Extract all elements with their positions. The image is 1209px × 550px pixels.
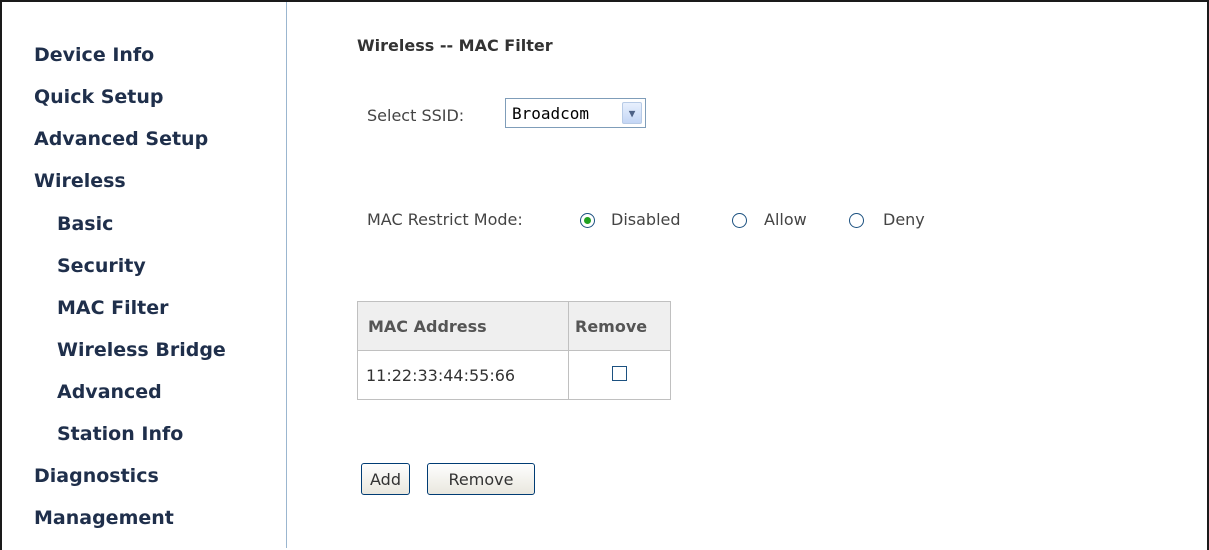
radio-deny[interactable]: [849, 213, 864, 228]
radio-allow[interactable]: [732, 213, 747, 228]
ssid-select-value: Broadcom: [512, 103, 590, 123]
chevron-down-icon[interactable]: ▼: [622, 102, 642, 124]
sidebar-item-management[interactable]: Management: [34, 507, 174, 529]
table-row: 11:22:33:44:55:66: [357, 350, 671, 400]
mac-table-wrapper: MAC Address Remove 11:22:33:44:55:66: [357, 301, 671, 400]
sidebar-item-diagnostics[interactable]: Diagnostics: [34, 465, 159, 487]
radio-deny-label: Deny: [883, 210, 925, 229]
mac-table: MAC Address Remove 11:22:33:44:55:66: [357, 301, 671, 400]
restrict-mode-label: MAC Restrict Mode:: [367, 210, 523, 229]
radio-disabled-label: Disabled: [611, 210, 681, 229]
table-header-row: MAC Address Remove: [357, 301, 671, 351]
mac-address-cell: 11:22:33:44:55:66: [357, 350, 569, 400]
sidebar-item-device-info[interactable]: Device Info: [34, 44, 154, 66]
col-header-remove: Remove: [568, 301, 671, 351]
col-header-mac-address: MAC Address: [357, 301, 569, 351]
remove-button[interactable]: Remove: [427, 463, 535, 495]
sidebar-item-wireless[interactable]: Wireless: [34, 170, 126, 192]
sidebar-item-advanced[interactable]: Advanced: [57, 381, 162, 403]
sidebar-item-security[interactable]: Security: [57, 255, 146, 277]
remove-cell: [568, 350, 671, 400]
radio-disabled[interactable]: [580, 213, 595, 228]
remove-checkbox[interactable]: [612, 365, 627, 381]
sidebar-item-wireless-bridge[interactable]: Wireless Bridge: [57, 339, 226, 361]
sidebar-item-mac-filter[interactable]: MAC Filter: [57, 297, 169, 319]
sidebar-item-advanced-setup[interactable]: Advanced Setup: [34, 128, 208, 150]
radio-selected-dot: [584, 217, 591, 224]
sidebar-item-basic[interactable]: Basic: [57, 213, 113, 235]
radio-allow-label: Allow: [764, 210, 807, 229]
add-button[interactable]: Add: [361, 463, 410, 495]
main-content: Wireless -- MAC Filter Select SSID: Broa…: [287, 2, 1207, 550]
sidebar: Device Info Quick Setup Advanced Setup W…: [2, 2, 287, 548]
ssid-label: Select SSID:: [367, 106, 465, 125]
sidebar-item-station-info[interactable]: Station Info: [57, 423, 183, 445]
ssid-select[interactable]: Broadcom ▼: [505, 98, 646, 128]
sidebar-item-quick-setup[interactable]: Quick Setup: [34, 86, 163, 108]
page-title: Wireless -- MAC Filter: [357, 36, 553, 55]
